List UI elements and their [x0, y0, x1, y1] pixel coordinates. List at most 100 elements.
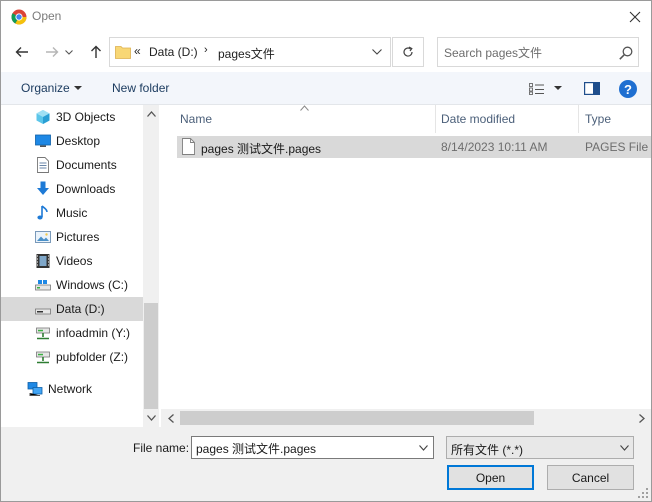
chevron-left-icon	[168, 413, 174, 423]
3d-objects-icon	[36, 110, 50, 124]
nav-item-3d-objects[interactable]: 3D Objects	[1, 105, 143, 129]
nav-item-infoadmin-y[interactable]: infoadmin (Y:)	[1, 321, 143, 345]
nav-item-pictures[interactable]: Pictures	[1, 225, 143, 249]
file-type-selected: 所有文件 (*.*)	[451, 443, 524, 457]
address-segment-folder[interactable]: pages文件	[218, 45, 275, 62]
column-header-date-modified[interactable]: Date modified	[436, 105, 578, 133]
nav-item-label: Documents	[56, 158, 117, 172]
column-header-label: Type	[585, 112, 612, 126]
chevron-down-icon	[619, 445, 629, 451]
file-name-dropdown-button[interactable]	[416, 440, 430, 456]
address-dropdown-button[interactable]	[368, 44, 386, 60]
file-name-label: File name:	[133, 441, 190, 455]
title-bar: Open	[1, 1, 651, 32]
chevron-down-icon	[65, 49, 73, 55]
file-name-input[interactable]	[196, 440, 411, 456]
open-button[interactable]: Open	[447, 465, 534, 490]
chrome-icon	[11, 9, 27, 25]
network-drive-icon	[36, 327, 50, 340]
arrow-up-icon	[91, 45, 101, 58]
drive-icon	[35, 308, 51, 315]
network-drive-icon	[36, 351, 50, 364]
nav-item-documents[interactable]: Documents	[1, 153, 143, 177]
nav-item-label: Data (D:)	[56, 302, 105, 316]
up-button[interactable]	[85, 41, 107, 63]
videos-icon	[36, 254, 50, 268]
view-options-caret-icon[interactable]	[554, 86, 562, 90]
nav-item-label: infoadmin (Y:)	[56, 326, 131, 340]
address-bar[interactable]: « Data (D:) › pages文件	[109, 37, 391, 67]
column-header-type[interactable]: Type	[579, 105, 651, 133]
refresh-icon	[403, 46, 413, 57]
scroll-up-button[interactable]	[143, 106, 159, 122]
file-type-dropdown-button[interactable]	[617, 440, 631, 456]
close-button[interactable]	[619, 1, 651, 32]
resize-grip-icon[interactable]	[637, 487, 649, 499]
nav-item-data-d[interactable]: Data (D:)	[1, 297, 143, 321]
file-type-select[interactable]: 所有文件 (*.*)	[446, 436, 634, 459]
network-icon	[27, 382, 43, 396]
address-overflow[interactable]: «	[134, 44, 141, 58]
file-row[interactable]: pages 测试文件.pages 8/14/2023 10:11 AM PAGE…	[177, 136, 651, 158]
scroll-left-button[interactable]	[163, 410, 179, 426]
navigation-bar: « Data (D:) › pages文件	[1, 32, 651, 72]
chevron-down-icon	[146, 415, 156, 421]
file-name-combobox[interactable]	[191, 436, 434, 459]
file-type: PAGES File	[585, 140, 649, 154]
help-button[interactable]: ?	[619, 80, 637, 98]
search-input[interactable]	[444, 44, 614, 62]
address-separator[interactable]: ›	[204, 44, 208, 56]
nav-item-label: pubfolder (Z:)	[56, 350, 129, 364]
nav-item-music[interactable]: Music	[1, 201, 143, 225]
scrollbar-thumb[interactable]	[144, 303, 158, 409]
file-name: pages 测试文件.pages	[201, 142, 322, 156]
dialog-footer: File name: 所有文件 (*.*) Open Cancel	[1, 427, 651, 501]
new-folder-button[interactable]: New folder	[112, 81, 169, 95]
search-box[interactable]	[437, 37, 639, 67]
back-button[interactable]	[11, 41, 33, 63]
drive-icon	[35, 280, 51, 291]
address-segment-drive[interactable]: Data (D:)	[149, 45, 198, 59]
refresh-button[interactable]	[392, 37, 424, 67]
nav-item-downloads[interactable]: Downloads	[1, 177, 143, 201]
nav-item-label: Network	[48, 382, 93, 396]
command-toolbar: Organize New folder ?	[1, 72, 651, 105]
forward-button[interactable]	[41, 41, 63, 63]
organize-caret-icon[interactable]	[74, 86, 82, 90]
nav-item-label: Downloads	[56, 182, 116, 196]
view-options-icon[interactable]	[529, 83, 545, 95]
chevron-down-icon	[372, 49, 382, 55]
nav-pane-scrollbar[interactable]	[143, 105, 159, 427]
scroll-down-button[interactable]	[143, 410, 159, 426]
scroll-right-button[interactable]	[634, 410, 650, 426]
chevron-right-icon	[639, 413, 645, 423]
cancel-button[interactable]: Cancel	[547, 465, 634, 490]
nav-item-label: 3D Objects	[56, 110, 116, 124]
organize-button[interactable]: Organize	[21, 81, 70, 95]
nav-item-videos[interactable]: Videos	[1, 249, 143, 273]
scrollbar-thumb[interactable]	[180, 411, 534, 425]
file-date-modified: 8/14/2023 10:11 AM	[441, 140, 548, 154]
nav-item-label: Desktop	[56, 134, 101, 148]
downloads-icon	[37, 181, 49, 195]
nav-item-desktop[interactable]: Desktop	[1, 129, 143, 153]
column-header-label: Date modified	[441, 112, 516, 126]
preview-pane-icon[interactable]	[584, 82, 600, 95]
close-icon	[629, 11, 641, 22]
search-icon	[619, 46, 633, 60]
nav-item-pubfolder-z[interactable]: pubfolder (Z:)	[1, 345, 143, 369]
desktop-icon	[35, 134, 51, 147]
file-list-horizontal-scrollbar[interactable]	[161, 409, 651, 427]
recent-locations-button[interactable]	[63, 41, 75, 63]
arrow-right-icon	[46, 47, 59, 57]
chevron-down-icon	[418, 445, 428, 451]
nav-item-label: Windows (C:)	[56, 278, 129, 292]
nav-item-label: Pictures	[56, 230, 100, 244]
nav-item-network[interactable]: Network	[1, 377, 143, 401]
nav-item-label: Music	[56, 206, 88, 220]
documents-icon	[37, 157, 49, 173]
column-header-name[interactable]: Name	[161, 105, 435, 133]
nav-item-windows-c[interactable]: Windows (C:)	[1, 273, 143, 297]
pictures-icon	[35, 231, 51, 243]
folder-icon	[115, 46, 131, 59]
